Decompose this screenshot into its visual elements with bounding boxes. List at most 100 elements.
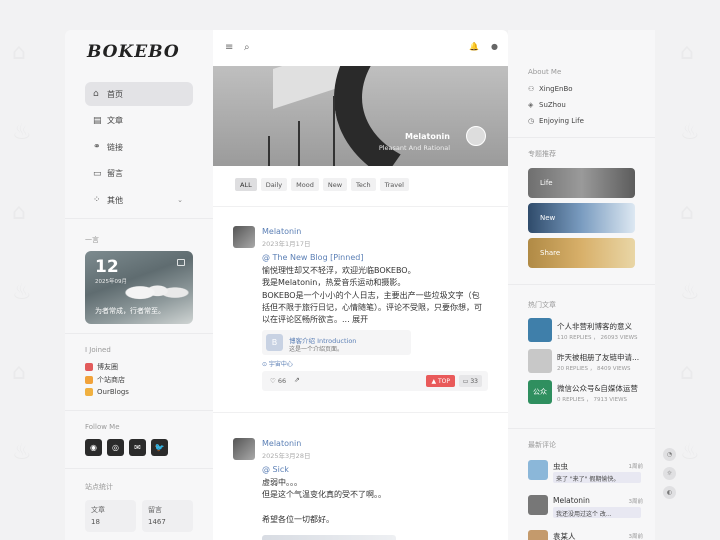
topic-label: Share xyxy=(540,249,561,257)
nav-item-1[interactable]: ▤ 文章 xyxy=(85,109,193,133)
quote-date: 2025年09月 xyxy=(95,279,127,285)
tag-mood[interactable]: Mood xyxy=(291,178,319,191)
divider xyxy=(213,412,508,413)
follow-section-title: Follow Me xyxy=(85,423,120,431)
post-date: 2023年1月17日 xyxy=(262,240,311,248)
tag-tech[interactable]: Tech xyxy=(351,178,376,191)
twitter-icon[interactable]: 🐦 xyxy=(151,439,168,456)
qq-icon[interactable]: ◉ xyxy=(85,439,102,456)
nav-item-label: 留言 xyxy=(107,169,123,179)
post-location[interactable]: ⊙ 宇宙中心 xyxy=(262,359,293,368)
nav-item-label: 文章 xyxy=(107,116,123,126)
comments-section-title: 最新评论 xyxy=(528,441,556,449)
topic-card[interactable]: Share xyxy=(528,238,635,268)
rss-icon[interactable]: ◔ xyxy=(663,448,676,461)
comment-text: 来了 "来了" 假期愉快。 xyxy=(553,472,641,483)
post-action-bar: ♡ 66 ⇗ ▲ TOP ▭ 33 xyxy=(262,371,488,391)
menu-icon[interactable]: ≡ xyxy=(225,42,233,53)
link-card[interactable]: B 博客介绍 Introduction 这是一个介绍页面。 xyxy=(262,330,411,355)
hot-post-meta: 20 REPLIES ， 8409 VIEWS xyxy=(557,366,631,372)
joined-list: 博友圈个站商店 OurBlogs xyxy=(85,361,129,399)
post-image[interactable] xyxy=(262,535,396,540)
banner-pole xyxy=(333,96,335,166)
site-logo[interactable]: BOKEBO xyxy=(87,42,180,62)
joined-label: 博友圈 xyxy=(97,363,118,372)
moon-icon[interactable]: ◐ xyxy=(663,486,676,499)
site-icon xyxy=(85,375,93,384)
nav-item-label: 其他 xyxy=(107,195,123,205)
divider xyxy=(65,410,213,411)
joined-link[interactable]: OurBlogs xyxy=(85,386,129,399)
post-body: 虚弱中。。。 但是这个气温变化真的受不了啊。。 希望各位一切都好。 xyxy=(262,477,490,526)
sun-icon[interactable]: ☼ xyxy=(663,467,676,480)
share-icon[interactable]: ⇗ xyxy=(294,376,300,384)
hot-post-thumb xyxy=(528,349,552,373)
quote-card[interactable]: 12 2025年09月 为者常成，行者常至。 xyxy=(85,251,193,324)
stats-section-title: 站点统计 xyxy=(85,483,113,491)
about-item: ◷ Enjoying Life xyxy=(528,117,584,125)
divider xyxy=(65,218,213,219)
quote-section-title: 一言 xyxy=(85,236,99,244)
wechat-icon[interactable]: ◎ xyxy=(107,439,124,456)
joined-link[interactable]: 个站商店 xyxy=(85,374,129,387)
post-category[interactable]: @ Sick xyxy=(262,465,289,474)
hot-post-thumb: 公众 xyxy=(528,380,552,404)
hot-post-title: 昨天被相册了友链申请... xyxy=(557,353,639,362)
site-icon xyxy=(85,388,93,397)
bell-icon[interactable]: 🔔 xyxy=(469,42,479,51)
nav-item-4[interactable]: ⁘ 其他 ⌄ xyxy=(85,188,193,212)
commenter-avatar xyxy=(528,530,548,540)
joined-label: OurBlogs xyxy=(97,388,129,397)
banner-avatar[interactable] xyxy=(466,126,486,146)
tag-daily[interactable]: Daily xyxy=(260,178,288,191)
nav-item-2[interactable]: ⚭ 链接 xyxy=(85,135,193,159)
message-icon: ▭ xyxy=(93,168,102,179)
nav-item-3[interactable]: ▭ 留言 xyxy=(85,162,193,186)
commenter-name: 袁某人 xyxy=(553,532,576,540)
banner: Melatonin Pleasant And Rational xyxy=(213,66,508,166)
comment-time: 3周前 xyxy=(628,534,644,540)
post-author[interactable]: Melatonin xyxy=(262,227,301,236)
mail-icon[interactable]: ✉ xyxy=(129,439,146,456)
post-author[interactable]: Melatonin xyxy=(262,439,301,448)
topics-section-title: 专题推荐 xyxy=(528,150,556,158)
author-avatar[interactable] xyxy=(233,438,255,460)
tag-new[interactable]: New xyxy=(322,178,348,191)
topic-card[interactable]: Life xyxy=(528,168,635,198)
about-label: Enjoying Life xyxy=(539,117,584,125)
link-icon: ⚭ xyxy=(93,142,101,153)
comment-button[interactable]: ▭ 33 xyxy=(458,375,482,387)
search-icon[interactable]: ⌕ xyxy=(244,42,250,53)
post-body-line: 虚弱中。。。 xyxy=(262,478,302,487)
stat-label: 留言 xyxy=(148,506,162,514)
divider xyxy=(65,333,213,334)
tag-travel[interactable]: Travel xyxy=(379,178,409,191)
post-body-line: 我是Melatonin，热爱音乐运动和摄影。 xyxy=(262,278,406,288)
author-avatar[interactable] xyxy=(233,226,255,248)
nav-item-0[interactable]: ⌂ 首页 xyxy=(85,82,193,106)
joined-link[interactable]: 博友圈 xyxy=(85,361,129,374)
grid-icon: ⁘ xyxy=(93,195,101,206)
link-card-desc: 这是一个介绍页面。 xyxy=(289,346,344,353)
commenter-name: Melatonin xyxy=(553,496,590,505)
post-body-line: 以在评论区畅所欲言。... 展开 xyxy=(262,315,369,325)
like-button[interactable]: ♡ 66 xyxy=(270,377,286,385)
post-category[interactable]: @ The New Blog [Pinned] xyxy=(262,253,363,262)
topic-label: Life xyxy=(540,179,553,187)
hot-post-meta: 0 REPLIES ， 7913 VIEWS xyxy=(557,397,628,403)
post-body-line: 愉悦理性却又不轻浮，欢迎光临BOKEBO。 xyxy=(262,266,416,275)
site-icon xyxy=(85,363,93,372)
hot-post-title: 个人非营利博客的意义 xyxy=(557,322,632,331)
banner-subtitle: Pleasant And Rational xyxy=(378,144,450,152)
nav-item-label: 首页 xyxy=(107,89,123,99)
post-body-line: 希望各位一切都好。 xyxy=(262,514,334,524)
about-item: ◈ SuZhou xyxy=(528,101,566,109)
user-icon[interactable]: ● xyxy=(491,42,498,51)
divider xyxy=(508,284,655,285)
main-nav: ⌂ 首页 ▤ 文章 ⚭ 链接 ▭ 留言 ⁘ 其他 ⌄ xyxy=(85,82,193,215)
topic-card[interactable]: New xyxy=(528,203,635,233)
hot-section-title: 热门文章 xyxy=(528,301,556,309)
hot-post-title: 微信公众号&自媒体运营 xyxy=(557,384,638,393)
user-icon: ⚇ xyxy=(528,85,535,93)
tag-all[interactable]: ALL xyxy=(235,178,257,191)
